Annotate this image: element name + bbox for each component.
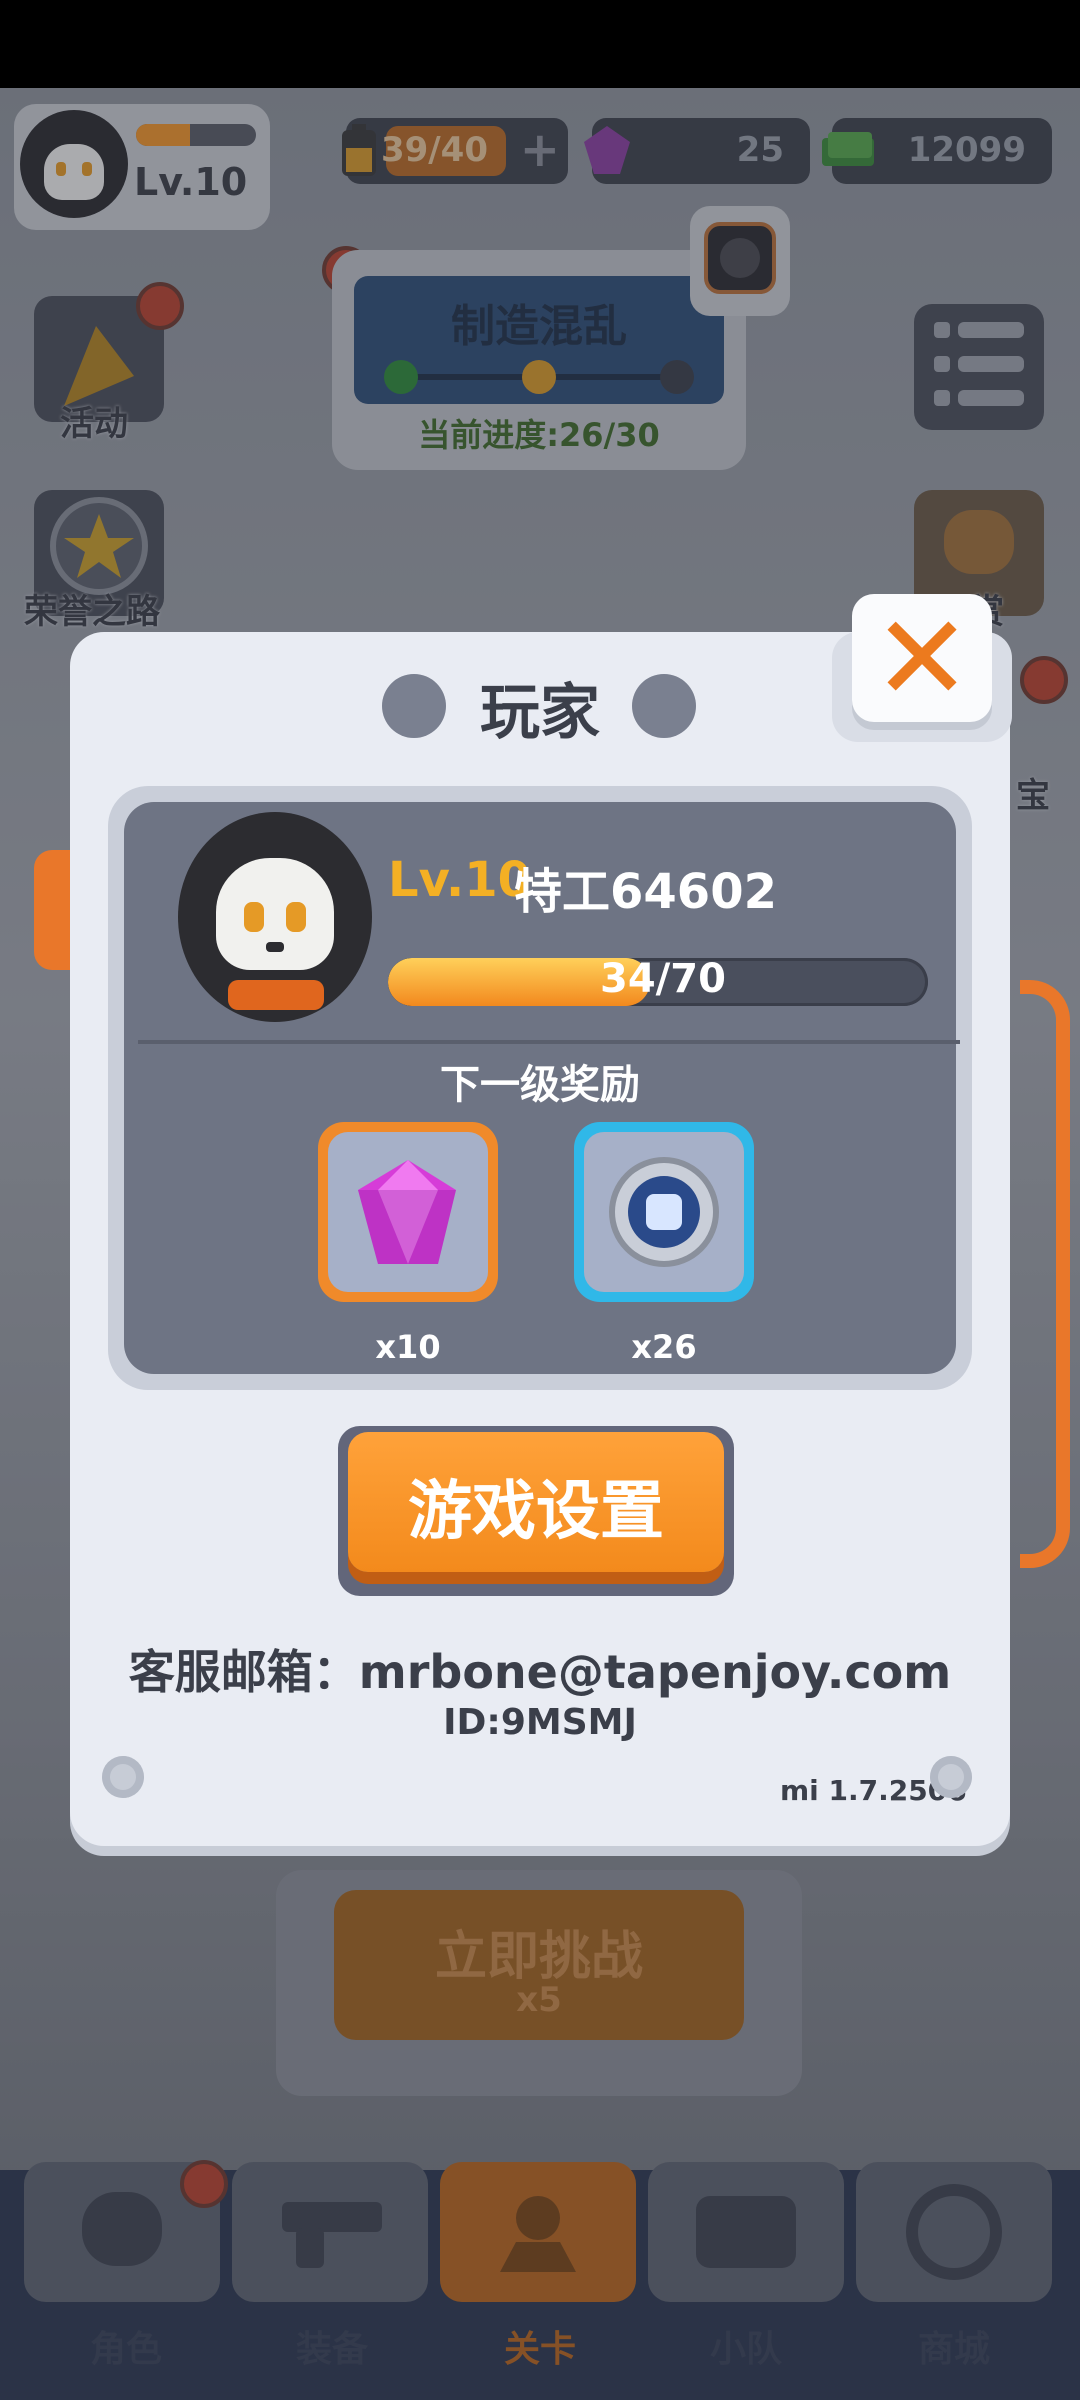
close-x-icon: ✕ [872, 589, 972, 727]
divider [138, 1040, 960, 1044]
skull-icon [216, 858, 334, 970]
player-avatar [178, 812, 372, 1022]
gem-icon [358, 1160, 456, 1264]
status-bar [0, 0, 1080, 88]
support-email: 客服邮箱：mrbone@tapenjoy.com [128, 1645, 952, 1699]
game-settings-button[interactable]: 游戏设置 [338, 1426, 734, 1596]
game-settings-label: 游戏设置 [408, 1475, 664, 1549]
reward-gem[interactable] [318, 1122, 498, 1302]
reward-count: x26 [631, 1328, 697, 1366]
reward-coin[interactable] [574, 1122, 754, 1302]
xp-text: 34/70 [600, 956, 726, 1002]
close-button[interactable]: ✕ [852, 589, 992, 727]
next-reward-title: 下一级奖励 [440, 1062, 640, 1108]
player-level-label: Lv.10 [388, 852, 531, 908]
player-name: 特工64602 [514, 864, 777, 920]
modal-title: 玩家 [480, 678, 600, 748]
fist-coin-icon [609, 1157, 719, 1267]
player-id: ID:9MSMJ [443, 1702, 637, 1743]
screw-decoration [930, 1756, 972, 1798]
screw-decoration [102, 1756, 144, 1798]
reward-count: x10 [375, 1328, 441, 1366]
